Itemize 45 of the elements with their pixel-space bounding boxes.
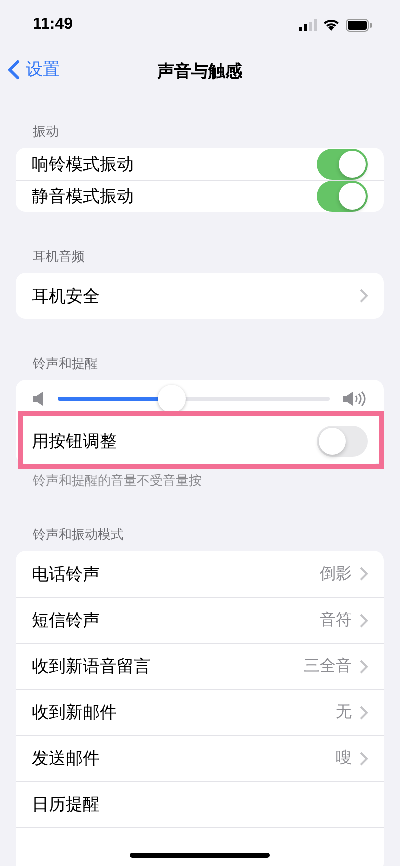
wifi-icon bbox=[323, 19, 340, 31]
setting-label: 响铃模式振动 bbox=[32, 154, 135, 176]
setting-value: 音符 bbox=[320, 610, 352, 631]
section-header: 振动 bbox=[32, 124, 60, 142]
speaker-high-icon bbox=[342, 390, 368, 408]
setting-value: 倒影 bbox=[320, 564, 352, 584]
section-header: 耳机音频 bbox=[32, 249, 86, 267]
section-footer: 铃声和提醒的音量不受音量按 bbox=[0, 464, 400, 490]
chevron-icon bbox=[360, 752, 368, 766]
toggle-switch[interactable] bbox=[317, 148, 368, 180]
status-time: 11:49 bbox=[33, 16, 74, 34]
page-title: 声音与触感 bbox=[158, 60, 242, 82]
toggle-switch[interactable] bbox=[317, 426, 368, 456]
setting-value: 嗖 bbox=[336, 748, 352, 769]
toggle-switch[interactable] bbox=[317, 181, 368, 212]
setting-label: 短信铃声 bbox=[32, 610, 101, 632]
chevron-icon bbox=[360, 614, 368, 628]
setting-label: 日历提醒 bbox=[32, 794, 101, 816]
section-header: 铃声和提醒 bbox=[32, 356, 99, 374]
setting-label: 耳机安全 bbox=[32, 286, 101, 308]
setting-row[interactable]: 发送邮件 嗖 bbox=[16, 735, 384, 781]
setting-row[interactable]: 短信铃声 音符 bbox=[16, 597, 384, 643]
setting-label: 发送邮件 bbox=[32, 748, 101, 770]
setting-row[interactable]: 收到新邮件 无 bbox=[16, 689, 384, 735]
setting-row[interactable]: 收到新语音留言 三全音 bbox=[16, 643, 384, 689]
setting-value: 无 bbox=[336, 702, 352, 723]
signal-icon bbox=[299, 19, 317, 31]
slider-thumb[interactable] bbox=[158, 385, 186, 413]
chevron-icon bbox=[360, 289, 368, 303]
chevron-icon bbox=[360, 706, 368, 720]
chevron-icon bbox=[360, 567, 368, 581]
setting-label: 收到新语音留言 bbox=[32, 656, 152, 678]
setting-label: 静音模式振动 bbox=[32, 186, 135, 208]
setting-row[interactable]: 电话铃声 倒影 bbox=[16, 551, 384, 597]
back-icon bbox=[8, 60, 20, 80]
speaker-low-icon bbox=[32, 391, 46, 407]
section-header: 铃声和振动模式 bbox=[32, 527, 125, 545]
setting-label: 收到新邮件 bbox=[32, 702, 118, 724]
setting-value: 三全音 bbox=[304, 656, 352, 677]
setting-label: 电话铃声 bbox=[32, 564, 101, 586]
chevron-icon bbox=[360, 660, 368, 674]
back-button[interactable]: 设置 bbox=[8, 58, 60, 81]
setting-label: 用按钮调整 bbox=[32, 430, 118, 452]
battery-icon bbox=[346, 18, 372, 32]
setting-row[interactable]: 耳机安全 bbox=[16, 273, 384, 319]
